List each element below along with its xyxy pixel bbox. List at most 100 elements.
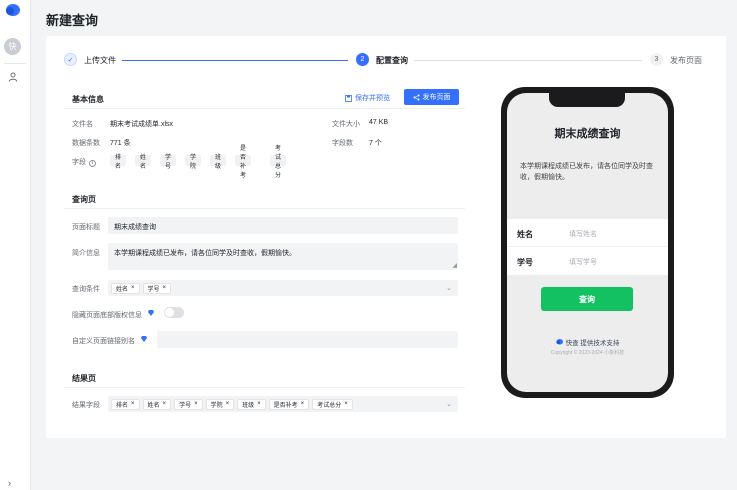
preview-title: 期末成绩查询 xyxy=(554,128,621,140)
field-tag: 姓名 xyxy=(135,155,152,170)
conditions-select[interactable]: 姓名 × 学号 × ⌄ xyxy=(108,280,458,296)
preview-intro: 本学期课程成绩已发布，请各位同学及时查收，假期愉快。 xyxy=(520,163,653,181)
chip-label: 姓名 xyxy=(116,286,129,293)
chip-label: 是否补考 xyxy=(273,402,298,409)
intro-label: 简介信息 xyxy=(72,250,100,257)
page-title-label: 页面标题 xyxy=(72,224,100,231)
save-icon xyxy=(345,94,352,102)
chip-label: 考试总分 xyxy=(317,402,342,409)
close-icon[interactable]: × xyxy=(131,285,135,291)
result-fields-select[interactable]: 排名 × 姓名 × 学号 × 学院 × 班级 × 是否补考 × 考试总分 × ⌄ xyxy=(108,396,458,412)
fields-label-text: 字段 xyxy=(72,159,86,166)
preview-query-button[interactable]: 查询 xyxy=(541,287,633,311)
field-tag: 排名 xyxy=(110,155,127,170)
chip-label: 学号 xyxy=(179,402,192,409)
chevron-right-icon[interactable]: › xyxy=(8,478,11,488)
preview-row-label: 姓名 xyxy=(517,230,533,239)
preview-copyright: Copyright © 2023-2024 小象科技 xyxy=(550,350,625,356)
chip-label: 姓名 xyxy=(147,402,160,409)
alias-input[interactable] xyxy=(157,331,458,348)
resize-handle-icon[interactable]: ◢ xyxy=(452,262,457,269)
step-2-label: 配置查询 xyxy=(376,56,408,65)
result-field-chip: 班级 × xyxy=(237,398,266,410)
preview-row-label: 学号 xyxy=(517,258,533,267)
intro-text: 本学期课程成绩已发布，请各位同学及时查收，假期愉快。 xyxy=(114,250,296,257)
rows-label: 数据条数 xyxy=(72,140,100,147)
file-size-label: 文件大小 xyxy=(332,121,360,128)
avatar[interactable]: 快 xyxy=(4,38,21,55)
page-title: 新建查询 xyxy=(46,13,99,28)
step-line-1 xyxy=(122,60,348,61)
divider xyxy=(64,387,465,388)
info-icon: i xyxy=(88,160,96,167)
share-icon xyxy=(413,94,419,100)
close-icon[interactable]: × xyxy=(163,401,167,407)
save-preview-label: 保存并预览 xyxy=(355,95,390,102)
preview-row-id: 学号 填写学号 xyxy=(507,247,668,275)
divider xyxy=(64,208,465,209)
preview-id-input[interactable]: 填写学号 xyxy=(569,257,597,267)
query-section-title: 查询页 xyxy=(72,195,96,204)
field-count-label: 字段数 xyxy=(332,140,353,147)
phone-preview: 期末成绩查询 本学期课程成绩已发布，请各位同学及时查收，假期愉快。 姓名 填写姓… xyxy=(501,87,674,398)
step-1-label: 上传文件 xyxy=(84,56,116,65)
file-name-value: 期末考试成绩单.xlsx xyxy=(110,121,173,128)
conditions-label: 查询条件 xyxy=(72,286,100,293)
result-field-chip: 是否补考 × xyxy=(268,398,310,410)
preview-name-input[interactable]: 填写姓名 xyxy=(569,229,597,239)
chip-label: 班级 xyxy=(242,402,255,409)
chip-label: 学号 xyxy=(147,286,160,293)
preview-support-text: 快查 提供技术支持 xyxy=(565,340,620,347)
phone-screen: 期末成绩查询 本学期课程成绩已发布，请各位同学及时查收，假期愉快。 姓名 填写姓… xyxy=(507,93,668,392)
step-line-2 xyxy=(414,60,642,61)
close-icon[interactable]: × xyxy=(194,401,198,407)
field-tag: 考试总分 xyxy=(270,146,287,179)
preview-row-name: 姓名 填写姓名 xyxy=(507,219,668,247)
publish-label: 发布页面 xyxy=(422,94,451,101)
rows-value: 771 条 xyxy=(110,140,131,147)
hide-footer-toggle[interactable] xyxy=(164,307,184,318)
preview-support: 快查 提供技术支持 xyxy=(507,337,668,347)
result-field-chip: 排名 × xyxy=(111,398,140,410)
sidebar-divider xyxy=(4,63,26,64)
condition-chip: 姓名 × xyxy=(111,282,140,294)
file-size-value: 47 KB xyxy=(369,119,389,126)
field-tag: 班级 xyxy=(210,155,227,170)
field-count-value: 7 个 xyxy=(369,140,382,147)
chevron-down-icon[interactable]: ⌄ xyxy=(446,284,452,292)
field-tag: 是否补考 xyxy=(235,146,252,179)
fields-label: 字段 i xyxy=(72,157,96,167)
close-icon[interactable]: × xyxy=(226,401,230,407)
sidebar: 快 › xyxy=(0,0,31,490)
result-fields-label: 结果字段 xyxy=(72,402,100,409)
close-icon[interactable]: × xyxy=(344,401,348,407)
result-field-chip: 考试总分 × xyxy=(312,398,353,410)
user-icon[interactable] xyxy=(8,72,18,82)
close-icon[interactable]: × xyxy=(257,401,261,407)
result-field-chip: 学院 × xyxy=(205,398,235,410)
step-3-number: 3 xyxy=(650,53,663,66)
alias-label: 自定义页面链接别名 xyxy=(72,338,135,345)
result-section-title: 结果页 xyxy=(72,374,96,383)
field-tag: 学号 xyxy=(160,155,177,170)
logo-icon xyxy=(6,4,20,16)
intro-textarea[interactable]: 本学期课程成绩已发布，请各位同学及时查收，假期愉快。 ◢ xyxy=(108,243,458,270)
step-3-label: 发布页面 xyxy=(670,56,702,65)
phone-notch xyxy=(549,93,625,107)
main-card: ✓ 上传文件 2 配置查询 3 发布页面 基本信息 保存并预览 发布页面 文件名… xyxy=(46,36,726,438)
publish-button[interactable]: 发布页面 xyxy=(404,89,459,105)
step-2-number: 2 xyxy=(356,53,369,66)
steps: ✓ 上传文件 2 配置查询 3 发布页面 xyxy=(64,52,704,68)
field-tag: 学院 xyxy=(185,155,202,170)
page-title-input[interactable]: 期末成绩查询 xyxy=(108,217,458,234)
chevron-down-icon[interactable]: ⌄ xyxy=(446,400,452,408)
save-preview-button[interactable]: 保存并预览 xyxy=(345,93,390,103)
step-1-check-icon: ✓ xyxy=(64,53,77,66)
hide-footer-label: 隐藏页面底部版权信息 xyxy=(72,312,142,319)
basic-info-title: 基本信息 xyxy=(72,95,104,104)
close-icon[interactable]: × xyxy=(301,401,305,407)
close-icon[interactable]: × xyxy=(131,401,135,407)
logo-icon xyxy=(556,339,563,345)
divider xyxy=(64,108,465,109)
close-icon[interactable]: × xyxy=(163,285,167,291)
